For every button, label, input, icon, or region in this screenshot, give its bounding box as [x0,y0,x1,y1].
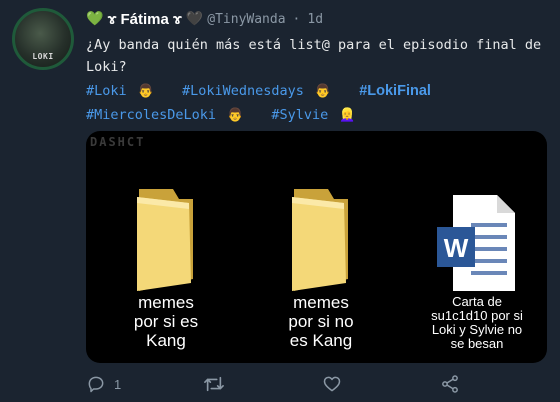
tweet-header: 💚 ɤ Fátima ɤ 🖤 @TinyWanda · 1d [86,9,323,29]
name-symbol-right[interactable]: ɤ [173,11,182,28]
like-button[interactable] [322,374,350,394]
like-icon [323,376,341,392]
tweet-text: ¿Ay banda quién más está list@ para el e… [86,37,542,75]
separator-dot: · [292,11,301,27]
retweet-button[interactable] [203,374,233,394]
tweet-timestamp[interactable]: 1d [307,12,323,27]
folder-icon [292,189,348,291]
word-document-label: Carta de su1c1d10 por si Loki y Sylvie n… [431,294,523,351]
word-letter: W [444,233,469,263]
reply-button[interactable]: 1 [86,374,121,394]
reply-count: 1 [114,376,122,392]
hashtag-row-2: #MiercolesDeLoki 👨 #Sylvie 👱‍♀️ [86,104,546,127]
reply-icon [88,376,104,393]
share-button[interactable] [440,374,460,394]
retweet-icon [204,376,224,392]
black-heart-emoji: 🖤 [185,11,204,27]
avatar[interactable]: LOKI [12,8,74,70]
share-icon [442,375,458,393]
hashtag-lokiwednesdays[interactable]: #LokiWednesdays 👨 [182,83,341,99]
hashtag-loki[interactable]: #Loki 👨 [86,83,164,99]
display-name[interactable]: Fátima [120,11,168,28]
meme-folder-1: memes por si es Kang [114,187,218,350]
hashtag-sylvie[interactable]: #Sylvie 👱‍♀️ [271,107,365,123]
hashtag-miercolesdeloki[interactable]: #MiercolesDeLoki 👨 [86,107,253,123]
avatar-text: LOKI [32,52,54,61]
folder-label-1: memes por si es Kang [133,293,199,350]
tweet-actions: 1 [86,372,546,398]
hashtag-row-1: #Loki 👨 #LokiWednesdays 👨 #LokiFinal [86,80,546,103]
green-heart-emoji: 💚 [86,11,104,27]
user-handle[interactable]: @TinyWanda [207,12,285,27]
name-symbol-left[interactable]: ɤ [107,11,116,28]
meme-folder-2: memes por si no es Kang [269,187,373,350]
tweet-media-image[interactable]: DASHCT memes por si es Kang memes por si… [86,131,547,363]
folder-icon [137,189,193,291]
word-document-icon: W [437,195,515,291]
word-document-file: W Carta de su1c1d10 por si Loki y Sylvie… [416,191,538,351]
hashtag-lokifinal[interactable]: #LokiFinal [359,83,431,99]
folder-label-2: memes por si no es Kang [288,293,354,350]
image-watermark: DASHCT [90,135,146,149]
